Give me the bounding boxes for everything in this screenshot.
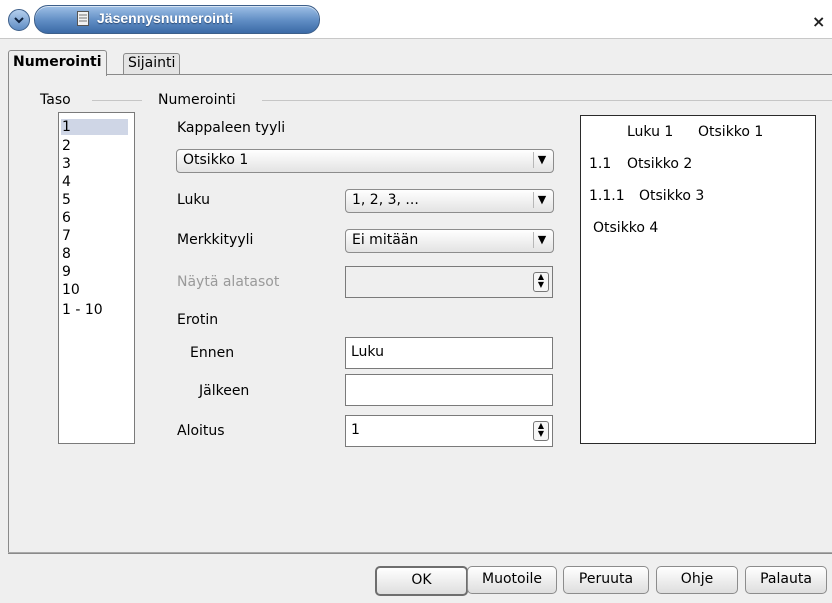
peruuta-button-label: Peruuta (578, 571, 634, 587)
list-item[interactable]: 10 (62, 282, 80, 298)
aloitus-value: 1 (351, 422, 360, 438)
preview-line-3-text: Otsikko 3 (639, 188, 705, 204)
tab-numerointi[interactable]: Numerointi (8, 50, 107, 76)
list-item[interactable]: 5 (62, 192, 71, 208)
spin-arrows-icon[interactable]: ▲ ▼ (533, 421, 549, 441)
ohje-button-label: Ohje (680, 571, 714, 587)
merkkityyli-select[interactable]: Ei mitään ▼ (345, 229, 554, 253)
preview-line-2-prefix: 1.1 (589, 156, 612, 172)
window-title: Jäsennysnumerointi (97, 10, 234, 26)
preview-line-2-text: Otsikko 2 (627, 156, 693, 172)
merkkityyli-value: Ei mitään (352, 232, 419, 248)
peruuta-button[interactable]: Peruuta (563, 566, 649, 594)
preview-line-4-text: Otsikko 4 (593, 220, 659, 236)
list-item[interactable]: 3 (62, 156, 71, 172)
dropdown-arrow-icon: ▼ (533, 192, 550, 208)
taso-separator (92, 100, 142, 101)
tab-label: Numerointi (13, 54, 102, 70)
window-title-pill[interactable]: Jäsennysnumerointi (34, 5, 320, 34)
muotoile-button-label: Muotoile (482, 571, 542, 587)
preview-line-1-text: Otsikko 1 (698, 124, 764, 140)
kappaleen-tyyli-label: Kappaleen tyyli (177, 120, 286, 136)
nayta-alatasot-spinbox: ▲ ▼ (345, 266, 553, 298)
dropdown-arrow-icon: ▼ (533, 152, 550, 168)
dropdown-arrow-icon: ▼ (533, 232, 550, 248)
list-item[interactable]: 9 (62, 264, 71, 280)
close-icon: × (812, 12, 826, 31)
taso-legend: Taso (40, 92, 71, 108)
taso-listbox[interactable]: 1 2 3 4 5 6 7 8 9 10 1 - 10 (58, 112, 135, 444)
ennen-label: Ennen (190, 345, 235, 361)
chevron-down-icon (14, 17, 24, 24)
window-titlebar: Jäsennysnumerointi × (0, 0, 832, 38)
numerointi-separator (262, 100, 832, 101)
list-item[interactable]: 1 (61, 119, 128, 135)
kappaleen-tyyli-select[interactable]: Otsikko 1 ▼ (176, 149, 554, 173)
ohje-button[interactable]: Ohje (656, 566, 738, 594)
luku-select[interactable]: 1, 2, 3, ... ▼ (345, 189, 554, 213)
jalkeen-label: Jälkeen (199, 383, 250, 399)
erotin-label: Erotin (177, 312, 219, 328)
luku-value: 1, 2, 3, ... (352, 192, 419, 208)
ennen-value: Luku (351, 344, 384, 360)
ok-button[interactable]: OK (375, 566, 468, 596)
numbering-preview: Luku 1 Otsikko 1 1.1 Otsikko 2 1.1.1 Ots… (580, 115, 816, 444)
aloitus-label: Aloitus (177, 423, 225, 439)
list-item[interactable]: 1 - 10 (62, 302, 103, 318)
ennen-input[interactable]: Luku (345, 337, 553, 369)
nayta-alatasot-label: Näytä alatasot (177, 274, 280, 290)
close-button[interactable]: × (812, 12, 832, 32)
palauta-button[interactable]: Palauta (745, 566, 827, 594)
list-item[interactable]: 6 (62, 210, 71, 226)
merkkityyli-label: Merkkityyli (177, 232, 254, 248)
preview-line-3-prefix: 1.1.1 (589, 188, 625, 204)
list-item[interactable]: 8 (62, 246, 71, 262)
palauta-button-label: Palauta (760, 571, 812, 587)
jalkeen-input[interactable] (345, 374, 553, 406)
preview-line-1-prefix: Luku 1 (627, 124, 674, 140)
button-bar-separator (8, 552, 832, 553)
tab-sijainti[interactable]: Sijainti (123, 53, 181, 75)
aloitus-spinbox[interactable]: 1 ▲ ▼ (345, 415, 553, 447)
list-item[interactable]: 4 (62, 174, 71, 190)
muotoile-button[interactable]: Muotoile (467, 566, 557, 594)
window-menu-button[interactable] (8, 9, 30, 31)
tab-label: Sijainti (128, 55, 176, 71)
numerointi-legend: Numerointi (158, 92, 236, 108)
list-item[interactable]: 2 (62, 138, 71, 154)
spin-arrows-icon: ▲ ▼ (533, 272, 549, 292)
ok-button-label: OK (411, 572, 432, 588)
kappaleen-tyyli-value: Otsikko 1 (183, 152, 249, 168)
list-item[interactable]: 7 (62, 228, 71, 244)
luku-label: Luku (177, 192, 210, 208)
document-icon (77, 11, 89, 26)
